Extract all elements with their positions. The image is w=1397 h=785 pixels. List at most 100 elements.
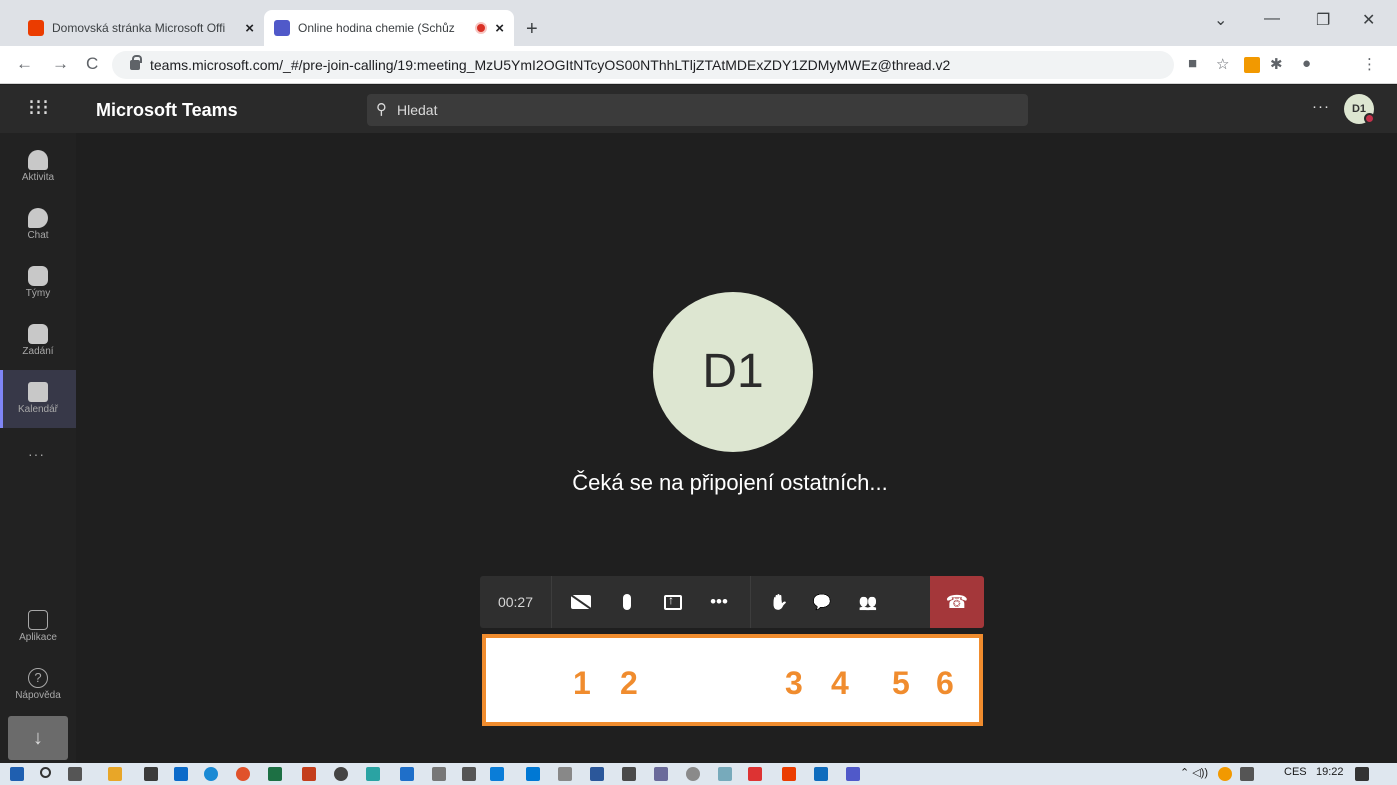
annotation-number-1: 1 [573, 665, 591, 701]
rail-item-activity[interactable]: Aktivita [0, 138, 76, 196]
tray-language[interactable]: CES [1284, 766, 1307, 778]
excel-icon[interactable] [268, 767, 282, 781]
minimize-button[interactable]: — [1264, 10, 1280, 28]
microphone-toggle-button[interactable] [604, 576, 650, 628]
app-icon[interactable] [334, 767, 348, 781]
app-icon[interactable] [558, 767, 572, 781]
camera-toggle-button[interactable] [558, 576, 604, 628]
word-icon[interactable] [590, 767, 604, 781]
app-icon[interactable] [748, 767, 762, 781]
address-bar[interactable]: teams.microsoft.com/_#/pre-join-calling/… [112, 51, 1174, 79]
tray-clock[interactable]: 19:22 [1316, 766, 1344, 778]
app-icon[interactable] [526, 767, 540, 781]
more-dots-icon: ••• [710, 592, 728, 611]
call-controls-bar: 00:27 ••• ✋ 💬 👥 ☎ [480, 576, 984, 628]
bookmark-star-icon[interactable]: ☆ [1216, 55, 1229, 73]
app-icon[interactable] [718, 767, 732, 781]
taskbar-search-icon[interactable] [40, 767, 51, 778]
powerpoint-icon[interactable] [302, 767, 316, 781]
reload-button[interactable]: C [86, 54, 98, 74]
download-app-button[interactable]: ↓ [8, 716, 68, 760]
rail-item-label: Týmy [25, 288, 51, 299]
chrome-icon[interactable] [236, 767, 250, 781]
windows-start-icon[interactable] [10, 767, 24, 781]
task-view-icon[interactable] [68, 767, 82, 781]
tab-title: Online hodina chemie (Schůz [298, 21, 455, 35]
annotation-number-5: 5 [892, 665, 910, 701]
profile-icon[interactable]: ● [1302, 55, 1311, 72]
divider [750, 576, 751, 628]
user-initials: D1 [1351, 103, 1367, 115]
browser-toolbar: ← → C teams.microsoft.com/_#/pre-join-ca… [0, 46, 1397, 84]
app-icon[interactable] [490, 767, 504, 781]
show-conversation-button[interactable]: 💬 [799, 576, 845, 628]
app-icon[interactable] [622, 767, 636, 781]
tray-icons[interactable]: ⌃ ◁)) [1180, 766, 1208, 779]
outlook-icon[interactable] [814, 767, 828, 781]
store-icon[interactable] [144, 767, 158, 781]
rail-item-assignments[interactable]: Zadání [0, 312, 76, 370]
annotation-box: 1 2 3 4 5 6 [482, 634, 983, 726]
rail-item-teams[interactable]: Týmy [0, 254, 76, 312]
more-actions-button[interactable]: ••• [696, 576, 742, 628]
rail-item-calendar[interactable]: Kalendář [0, 370, 76, 428]
app-icon[interactable] [686, 767, 700, 781]
mail-icon[interactable] [174, 767, 188, 781]
user-avatar[interactable]: D1 [1344, 94, 1375, 124]
notifications-icon[interactable] [1355, 767, 1369, 781]
internet-explorer-icon[interactable] [400, 767, 414, 781]
teams-taskbar-icon[interactable] [846, 767, 860, 781]
rail-item-label: Aplikace [19, 632, 57, 643]
rail-more-apps-button[interactable]: ··· [28, 446, 45, 462]
search-icon: ⚲ [376, 101, 387, 118]
tab-close-icon[interactable]: × [245, 20, 254, 37]
browser-tab-office[interactable]: Domovská stránka Microsoft Offi × [18, 10, 264, 46]
app-launcher-icon[interactable]: ⁝⁝⁝ [28, 95, 49, 121]
extensions-puzzle-icon[interactable]: ✱ [1270, 55, 1283, 73]
close-window-button[interactable]: ✕ [1362, 10, 1375, 30]
extension-a-icon[interactable] [1244, 57, 1260, 73]
raise-hand-button[interactable]: ✋ [759, 576, 799, 628]
rail-item-help[interactable]: ? Nápověda [0, 656, 76, 714]
app-icon[interactable] [366, 767, 380, 781]
app-icon[interactable] [432, 767, 446, 781]
rail-item-chat[interactable]: Chat [0, 196, 76, 254]
restore-button[interactable]: ❐ [1316, 10, 1330, 30]
forward-button[interactable]: → [52, 54, 69, 74]
rail-item-label: Zadání [22, 346, 54, 357]
calculator-icon[interactable] [462, 767, 476, 781]
tray-app-icon[interactable] [1218, 767, 1232, 781]
tab-search-chevron-icon[interactable]: ⌄ [1214, 10, 1227, 30]
office-icon[interactable] [782, 767, 796, 781]
call-timer: 00:27 [480, 576, 552, 628]
annotation-number-6: 6 [936, 665, 954, 701]
share-content-button[interactable] [650, 576, 696, 628]
left-app-rail: Aktivita Chat Týmy Zadání Kalendář ··· A… [0, 133, 76, 763]
show-participants-button[interactable]: 👥 [845, 576, 891, 628]
hang-up-icon: ☎ [945, 591, 969, 612]
rail-item-label: Chat [27, 230, 49, 241]
tray-network-icon[interactable] [1240, 767, 1254, 781]
apps-grid-icon [28, 610, 48, 630]
rail-item-label: Nápověda [15, 690, 61, 701]
app-icon[interactable] [654, 767, 668, 781]
camera-in-use-icon[interactable]: ■ [1188, 55, 1197, 72]
browser-tab-teams[interactable]: Online hodina chemie (Schůz × [264, 10, 514, 46]
browser-tab-strip: Domovská stránka Microsoft Offi × Online… [0, 0, 1397, 46]
file-explorer-icon[interactable] [108, 767, 122, 781]
back-button[interactable]: ← [16, 54, 33, 74]
calendar-icon [28, 382, 48, 402]
lock-icon [130, 55, 142, 70]
tab-close-icon[interactable]: × [495, 20, 504, 37]
rail-item-apps[interactable]: Aplikace [0, 598, 76, 656]
search-input[interactable]: ⚲ Hledat [367, 94, 1028, 126]
more-options-button[interactable]: ··· [1312, 98, 1330, 115]
annotation-number-4: 4 [831, 665, 849, 701]
chat-bubble-icon: 💬 [812, 594, 832, 611]
waiting-status-text: Čeká se na připojení ostatních... [572, 470, 888, 495]
new-tab-button[interactable]: + [526, 18, 538, 41]
edge-icon[interactable] [204, 767, 218, 781]
windows-taskbar: ⌃ ◁)) CES 19:22 [0, 763, 1397, 785]
hang-up-button[interactable]: ☎ [930, 576, 984, 628]
browser-menu-icon[interactable]: ⋮ [1362, 55, 1377, 73]
